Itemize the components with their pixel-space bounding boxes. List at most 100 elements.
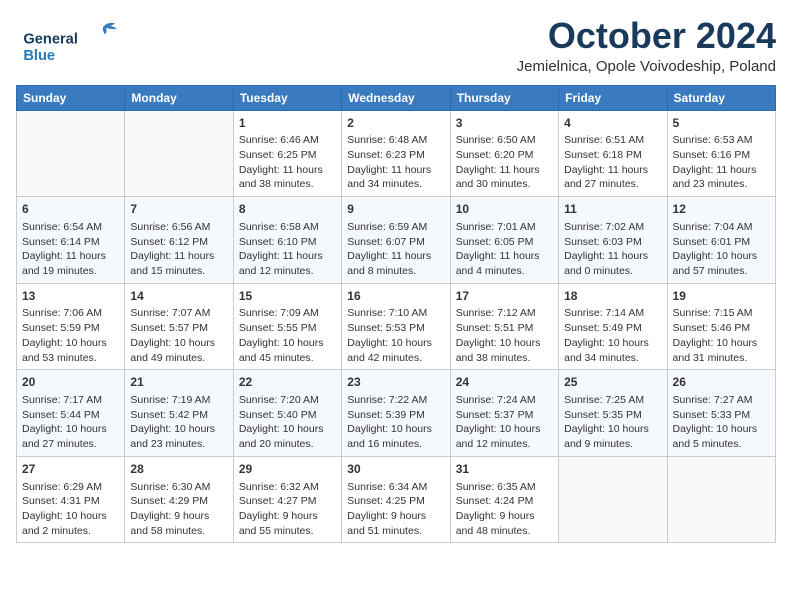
sunrise-text: Sunrise: 7:25 AM xyxy=(564,393,661,408)
sunset-text: Sunset: 6:01 PM xyxy=(673,235,770,250)
calendar-cell: 22Sunrise: 7:20 AMSunset: 5:40 PMDayligh… xyxy=(233,370,341,457)
sunrise-text: Sunrise: 6:54 AM xyxy=(22,220,119,235)
daylight-text: Daylight: 11 hours and 30 minutes. xyxy=(456,163,553,192)
sunrise-text: Sunrise: 6:53 AM xyxy=(673,133,770,148)
daylight-text: Daylight: 11 hours and 34 minutes. xyxy=(347,163,444,192)
sunset-text: Sunset: 6:05 PM xyxy=(456,235,553,250)
daylight-text: Daylight: 10 hours and 23 minutes. xyxy=(130,422,227,451)
sunrise-text: Sunrise: 7:15 AM xyxy=(673,306,770,321)
day-number: 6 xyxy=(22,201,119,218)
day-number: 4 xyxy=(564,115,661,132)
weekday-header: Thursday xyxy=(450,85,558,110)
calendar-table: SundayMondayTuesdayWednesdayThursdayFrid… xyxy=(16,85,776,544)
sunrise-text: Sunrise: 7:27 AM xyxy=(673,393,770,408)
calendar-cell: 29Sunrise: 6:32 AMSunset: 4:27 PMDayligh… xyxy=(233,456,341,543)
calendar-cell: 5Sunrise: 6:53 AMSunset: 6:16 PMDaylight… xyxy=(667,110,775,197)
daylight-text: Daylight: 10 hours and 2 minutes. xyxy=(22,509,119,538)
sunrise-text: Sunrise: 6:48 AM xyxy=(347,133,444,148)
sunset-text: Sunset: 6:03 PM xyxy=(564,235,661,250)
sunrise-text: Sunrise: 7:17 AM xyxy=(22,393,119,408)
day-number: 17 xyxy=(456,288,553,305)
day-number: 18 xyxy=(564,288,661,305)
calendar-week-row: 1Sunrise: 6:46 AMSunset: 6:25 PMDaylight… xyxy=(17,110,776,197)
calendar-cell: 11 Sunrise: 7:02 AMSunset: 6:03 PMDayligh… xyxy=(559,197,667,284)
calendar-cell: 17Sunrise: 7:12 AMSunset: 5:51 PMDayligh… xyxy=(450,283,558,370)
sunset-text: Sunset: 5:42 PM xyxy=(130,408,227,423)
day-number: 13 xyxy=(22,288,119,305)
day-number: 20 xyxy=(22,374,119,391)
day-number: 26 xyxy=(673,374,770,391)
sunrise-text: Sunrise: 7:07 AM xyxy=(130,306,227,321)
calendar-cell: 30Sunrise: 6:34 AMSunset: 4:25 PMDayligh… xyxy=(342,456,450,543)
calendar-cell: 31Sunrise: 6:35 AMSunset: 4:24 PMDayligh… xyxy=(450,456,558,543)
sunset-text: Sunset: 4:31 PM xyxy=(22,494,119,509)
day-number: 16 xyxy=(347,288,444,305)
sunset-text: Sunset: 5:40 PM xyxy=(239,408,336,423)
sunset-text: Sunset: 5:35 PM xyxy=(564,408,661,423)
day-number: 7 xyxy=(130,201,227,218)
sunrise-text: Sunrise: 6:51 AM xyxy=(564,133,661,148)
day-number: 8 xyxy=(239,201,336,218)
day-number: 3 xyxy=(456,115,553,132)
day-number: 24 xyxy=(456,374,553,391)
sunset-text: Sunset: 6:14 PM xyxy=(22,235,119,250)
daylight-text: Daylight: 10 hours and 31 minutes. xyxy=(673,336,770,365)
calendar-cell: 28Sunrise: 6:30 AMSunset: 4:29 PMDayligh… xyxy=(125,456,233,543)
calendar-cell: 10Sunrise: 7:01 AMSunset: 6:05 PMDayligh… xyxy=(450,197,558,284)
sunset-text: Sunset: 4:29 PM xyxy=(130,494,227,509)
calendar-week-row: 13Sunrise: 7:06 AMSunset: 5:59 PMDayligh… xyxy=(17,283,776,370)
sunset-text: Sunset: 4:25 PM xyxy=(347,494,444,509)
calendar-cell xyxy=(559,456,667,543)
sunrise-text: Sunrise: 7:02 AM xyxy=(564,220,661,235)
sunset-text: Sunset: 5:37 PM xyxy=(456,408,553,423)
day-number: 9 xyxy=(347,201,444,218)
sunset-text: Sunset: 6:23 PM xyxy=(347,148,444,163)
calendar-cell: 7Sunrise: 6:56 AMSunset: 6:12 PMDaylight… xyxy=(125,197,233,284)
sunset-text: Sunset: 4:27 PM xyxy=(239,494,336,509)
calendar-cell: 26Sunrise: 7:27 AMSunset: 5:33 PMDayligh… xyxy=(667,370,775,457)
sunset-text: Sunset: 6:07 PM xyxy=(347,235,444,250)
daylight-text: Daylight: 10 hours and 38 minutes. xyxy=(456,336,553,365)
calendar-header-row: SundayMondayTuesdayWednesdayThursdayFrid… xyxy=(17,85,776,110)
calendar-cell: 9Sunrise: 6:59 AMSunset: 6:07 PMDaylight… xyxy=(342,197,450,284)
calendar-cell: 25 Sunrise: 7:25 AMSunset: 5:35 PMDayligh… xyxy=(559,370,667,457)
sunrise-text: Sunrise: 7:04 AM xyxy=(673,220,770,235)
day-number: 12 xyxy=(673,201,770,218)
daylight-text: Daylight: 11 hours and 38 minutes. xyxy=(239,163,336,192)
daylight-text: Daylight: 10 hours and 53 minutes. xyxy=(22,336,119,365)
title-section: October 2024 Jemielnica, Opole Voivodesh… xyxy=(517,16,776,75)
svg-text:General: General xyxy=(23,32,78,48)
day-number: 27 xyxy=(22,461,119,478)
sunrise-text: Sunrise: 6:29 AM xyxy=(22,480,119,495)
day-number: 25 xyxy=(564,374,661,391)
sunset-text: Sunset: 5:46 PM xyxy=(673,321,770,336)
daylight-text: Daylight: 11 hours and 4 minutes. xyxy=(456,249,553,278)
sunrise-text: Sunrise: 7:01 AM xyxy=(456,220,553,235)
day-number: 28 xyxy=(130,461,227,478)
weekday-header: Friday xyxy=(559,85,667,110)
daylight-text: Daylight: 10 hours and 27 minutes. xyxy=(22,422,119,451)
daylight-text: Daylight: 10 hours and 9 minutes. xyxy=(564,422,661,451)
day-number: 30 xyxy=(347,461,444,478)
day-number: 2 xyxy=(347,115,444,132)
svg-text:Blue: Blue xyxy=(23,48,55,64)
calendar-cell xyxy=(125,110,233,197)
day-number: 14 xyxy=(130,288,227,305)
calendar-cell: 4Sunrise: 6:51 AMSunset: 6:18 PMDaylight… xyxy=(559,110,667,197)
calendar-cell xyxy=(667,456,775,543)
day-number: 11 xyxy=(564,201,661,218)
sunset-text: Sunset: 5:53 PM xyxy=(347,321,444,336)
sunset-text: Sunset: 6:12 PM xyxy=(130,235,227,250)
sunrise-text: Sunrise: 7:14 AM xyxy=(564,306,661,321)
calendar-cell xyxy=(17,110,125,197)
weekday-header: Monday xyxy=(125,85,233,110)
sunrise-text: Sunrise: 6:59 AM xyxy=(347,220,444,235)
daylight-text: Daylight: 11 hours and 0 minutes. xyxy=(564,249,661,278)
sunset-text: Sunset: 5:59 PM xyxy=(22,321,119,336)
calendar-cell: 14Sunrise: 7:07 AMSunset: 5:57 PMDayligh… xyxy=(125,283,233,370)
calendar-cell: 2Sunrise: 6:48 AMSunset: 6:23 PMDaylight… xyxy=(342,110,450,197)
sunrise-text: Sunrise: 7:10 AM xyxy=(347,306,444,321)
daylight-text: Daylight: 10 hours and 34 minutes. xyxy=(564,336,661,365)
day-number: 5 xyxy=(673,115,770,132)
daylight-text: Daylight: 11 hours and 12 minutes. xyxy=(239,249,336,278)
